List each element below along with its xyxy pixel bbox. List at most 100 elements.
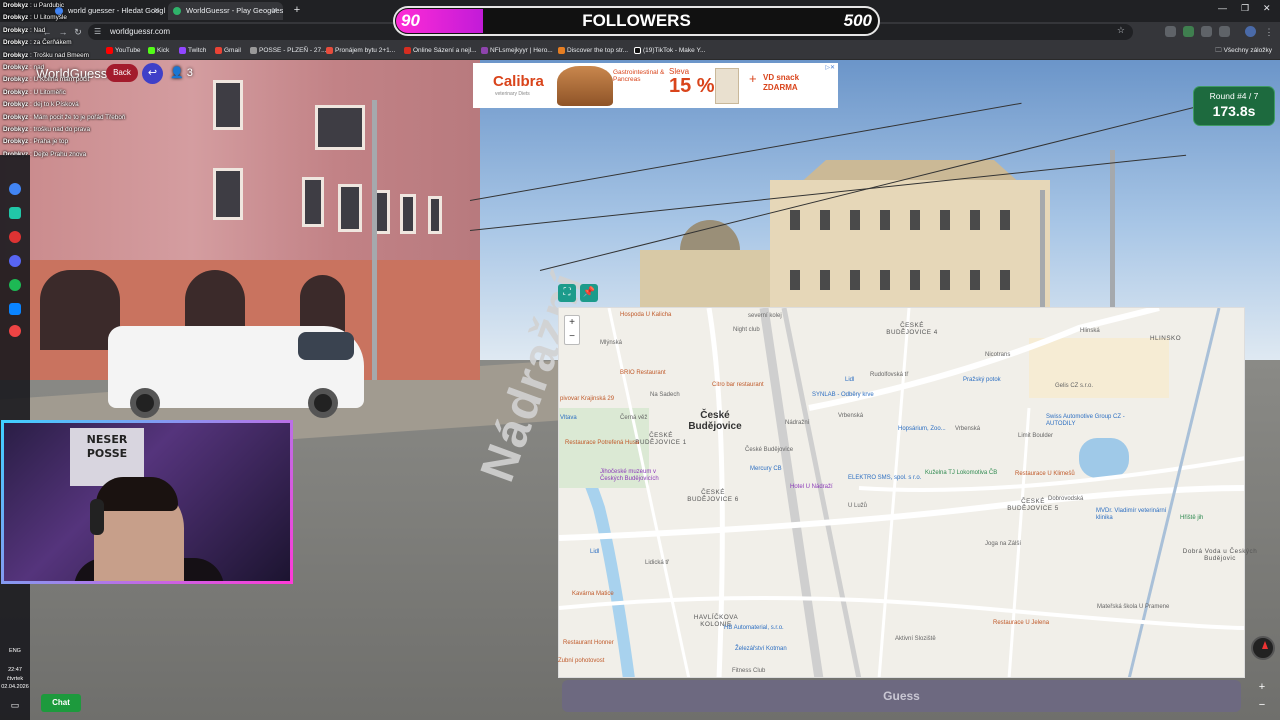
ad-banner[interactable]: Calibra veterinary Diets Gastrointestina… (473, 63, 838, 108)
map-place-label: ELEKTRO SMS, spol. s r.o. (848, 475, 922, 481)
map-place-label: Nádražní (785, 420, 810, 426)
chat-text: U Litomyšle (33, 14, 67, 22)
map-place-label: Vrbenská (955, 426, 981, 432)
window (790, 270, 800, 290)
pin-map-icon[interactable]: 📌 (580, 284, 598, 302)
map-place-label: Vltava (560, 415, 577, 421)
chat-button[interactable]: Chat (41, 694, 81, 712)
map-place-label: Mateřská škola U Pramene (1097, 604, 1170, 610)
bookmark-tiktok[interactable]: (19)TikTok - Make Y... (634, 42, 705, 59)
map-place-label: České Budějovice (745, 447, 794, 453)
map-place-label: Fitness Club (732, 668, 766, 674)
map-place-label: Vrbenská (838, 413, 864, 419)
compass-icon[interactable] (1251, 636, 1275, 660)
guess-button[interactable]: Guess (562, 680, 1241, 712)
extension-icon[interactable] (1165, 26, 1176, 37)
ad-plus: + (749, 71, 757, 86)
followers-label: FOLLOWERS (582, 11, 691, 30)
bookmark-label: Gmail (224, 47, 241, 54)
map-city-label: České Budějovice (688, 410, 742, 432)
railway (759, 308, 824, 677)
chrome-icon[interactable] (9, 183, 21, 195)
chat-text: Nad (33, 26, 46, 34)
window (428, 196, 442, 234)
window (970, 210, 980, 230)
chat-message: Drobkyz : za Čerňákem (3, 39, 72, 47)
window (850, 270, 860, 290)
language-indicator[interactable]: ENG (0, 648, 30, 654)
industrial-area (1029, 338, 1169, 398)
chat-user: Drobkyz (3, 14, 29, 22)
map-place-label: Mlýnská (600, 340, 623, 346)
chat-message: Drobkyz : Dejte Prahu znova (3, 149, 203, 161)
map-place-label: Limit Boulder (1018, 433, 1054, 439)
map-place-label: Černá věž (620, 415, 648, 421)
map-place-label: Gelis CZ s.r.o. (1055, 383, 1094, 389)
bookmark-pronajem[interactable]: Pronájem bytu 2+1... (326, 42, 395, 59)
expand-map-icon[interactable]: ⛶ (558, 284, 576, 302)
map-place-label: Joga na Zálší (985, 541, 1022, 547)
map-place-label: MVDr. Vladimír veterinární klinika (1096, 508, 1167, 521)
chat-message: Drobkyz : Nad (3, 26, 46, 34)
map-place-label: ČESKÉ BUDĚJOVICE 6 (687, 489, 739, 503)
followers-goal-bar: 90 FOLLOWERS 500 (393, 6, 880, 36)
zoom-out-button[interactable]: − (565, 330, 579, 344)
map-place-label: Rudolfovská tř (870, 372, 909, 378)
close-window-icon[interactable]: ✕ (1263, 3, 1271, 14)
map-place-label: Night club (733, 327, 760, 333)
chat-user: Drobkyz (3, 63, 29, 71)
map-place-label: Lidl (845, 377, 855, 383)
discord-icon[interactable] (9, 255, 21, 267)
bookmark-discover[interactable]: Discover the top str... (558, 42, 628, 59)
maximize-icon[interactable]: ❐ (1241, 3, 1249, 14)
app-icon[interactable] (9, 231, 21, 243)
bookmark-posse[interactable]: POSSE - PLZEŇ - 27... (250, 42, 327, 59)
zoom-in-button[interactable]: + (565, 316, 579, 330)
close-icon[interactable]: ✕ (271, 2, 278, 20)
round-timer: 173.8s (1212, 103, 1256, 119)
window (910, 210, 920, 230)
window (880, 210, 890, 230)
map-roads (559, 308, 1244, 677)
guess-map[interactable] (558, 307, 1245, 678)
profile-avatar[interactable] (1245, 26, 1256, 37)
spotify-icon[interactable] (9, 279, 21, 291)
extension-icon[interactable] (1201, 26, 1212, 37)
chat-message: Drobkyz : nad (3, 63, 45, 71)
menu-dots-icon[interactable]: ⋮ (1262, 24, 1276, 40)
bookmark-label: Online Sázení a nejl... (413, 47, 477, 54)
puzzle-icon[interactable] (1219, 26, 1230, 37)
minimize-icon[interactable]: — (1218, 3, 1227, 13)
ad-info-icon[interactable]: ▷✕ (825, 64, 835, 71)
zoom-out-button[interactable]: − (1254, 696, 1270, 714)
map-place-label: Hotel U Nádraží (790, 484, 833, 490)
map-place-label: Dobrá Voda u Českých Budějovic (1182, 548, 1258, 562)
shield-extension-icon[interactable] (1183, 26, 1194, 37)
window (1000, 270, 1010, 290)
banner-logo-image: NESER POSSE (86, 433, 128, 460)
zoom-in-button[interactable]: + (1254, 678, 1270, 696)
notification-icon[interactable]: ▭ (0, 700, 30, 711)
panorama-zoom-control: + − (1254, 678, 1270, 714)
map-place-label: Dobrovodská (1048, 496, 1084, 502)
bookmark-gmail[interactable]: Gmail (215, 42, 241, 59)
chat-user: Drobkyz (3, 39, 29, 47)
map-place-label: Aktivní Sloziště (895, 636, 936, 642)
new-tab-button[interactable]: + (290, 2, 304, 20)
bookmark-online-sazeni[interactable]: Online Sázení a nejl... (404, 42, 477, 59)
app-icon[interactable] (9, 325, 21, 337)
window (400, 194, 416, 234)
bookmark-star-icon[interactable]: ☆ (1117, 25, 1125, 36)
all-bookmarks-folder[interactable]: 🗀 Všechny záložky (1215, 42, 1272, 59)
map-place-label: HB Automaterial, s.r.o. (724, 625, 784, 631)
bookmark-nflsmejkyyr[interactable]: NFLsmejkyyr | Hero... (481, 42, 553, 59)
map-place-label: Hopsárium, Zoo... (898, 426, 946, 432)
map-place-label: Restaurace U Jelena (993, 620, 1050, 626)
streamer-hair (96, 477, 178, 511)
bookmark-label: POSSE - PLZEŇ - 27... (259, 47, 327, 54)
window (940, 270, 950, 290)
map-place-label: Kuželna TJ Lokomotiva ČB (925, 470, 998, 476)
app-icon[interactable] (9, 303, 21, 315)
chat-message: Drobkyz : U Litomyšle (3, 14, 67, 22)
app-icon[interactable] (9, 207, 21, 219)
